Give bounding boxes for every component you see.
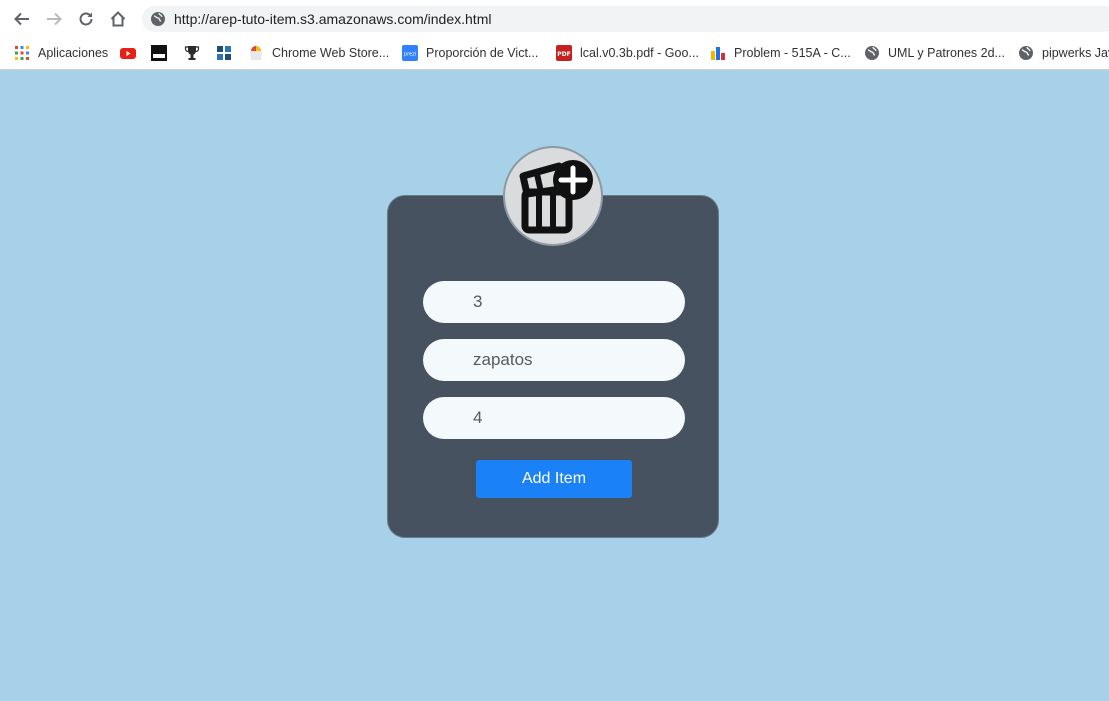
arrow-left-icon (14, 12, 29, 26)
bookmark-label: Problem - 515A - C... (734, 46, 851, 60)
bookmark-label: Chrome Web Store... (272, 46, 390, 60)
item-quantity-input[interactable] (423, 397, 685, 439)
youtube-icon (120, 48, 136, 59)
bookmark-skill[interactable] (151, 43, 167, 63)
bookmark-label: Proporción de Vict... (426, 46, 539, 60)
bookmark-label: lcal.v0.3b.pdf - Goo... (580, 46, 699, 60)
bookmark-pipwerks[interactable]: pipwerks Jav (1018, 43, 1109, 63)
arrow-right-icon (47, 12, 62, 26)
home-icon (110, 11, 126, 27)
chrome-web-store-icon (250, 46, 262, 60)
bookmark-youtube[interactable] (120, 43, 136, 63)
navigation-bar: http://arep-tuto-item.s3.amazonaws.com/i… (0, 0, 1109, 38)
bookmark-label: Aplicaciones (38, 46, 109, 60)
globe-icon (865, 46, 879, 60)
reload-icon (79, 12, 93, 26)
home-button[interactable] (107, 8, 129, 30)
bookmark-hackerrank[interactable] (216, 43, 232, 63)
bookmark-prezi[interactable]: prezi Proporción de Vict... (402, 43, 538, 63)
gift-add-icon (519, 160, 593, 234)
codeforces-icon (711, 47, 725, 60)
hackerrank-icon (216, 45, 232, 61)
svg-text:prezi: prezi (404, 52, 416, 58)
address-bar[interactable]: http://arep-tuto-item.s3.amazonaws.com/i… (142, 6, 1109, 32)
pdf-icon: PDF (556, 45, 572, 61)
bookmark-label: pipwerks Jav (1042, 46, 1109, 60)
svg-text:PDF: PDF (557, 51, 570, 58)
bookmark-apps[interactable]: Aplicaciones (14, 43, 108, 63)
forward-button[interactable] (43, 8, 65, 30)
reload-button[interactable] (75, 8, 97, 30)
bookmark-uml[interactable]: UML y Patrones 2d... (864, 43, 1005, 63)
bookmark-chrome-web-store[interactable]: Chrome Web Store... (248, 43, 389, 63)
bookmark-label: UML y Patrones 2d... (888, 46, 1005, 60)
trophy-icon (184, 46, 200, 60)
avatar (503, 146, 603, 246)
skill-icon (151, 45, 167, 61)
url-text: http://arep-tuto-item.s3.amazonaws.com/i… (174, 11, 492, 27)
globe-icon (151, 12, 165, 26)
bookmark-pdf[interactable]: PDF lcal.v0.3b.pdf - Goo... (556, 43, 699, 63)
globe-icon (1019, 46, 1033, 60)
item-id-input[interactable] (423, 281, 685, 323)
back-button[interactable] (11, 8, 33, 30)
apps-grid-icon (15, 46, 29, 60)
browser-chrome: http://arep-tuto-item.s3.amazonaws.com/i… (0, 0, 1109, 70)
item-name-input[interactable] (423, 339, 685, 381)
bookmarks-bar: Aplicaciones Chrome Web Store... prezi P… (0, 38, 1109, 68)
bookmark-trophy[interactable] (184, 43, 200, 63)
add-item-button[interactable]: Add Item (476, 460, 632, 498)
prezi-icon: prezi (402, 45, 418, 61)
bookmark-codeforces[interactable]: Problem - 515A - C... (710, 43, 851, 63)
